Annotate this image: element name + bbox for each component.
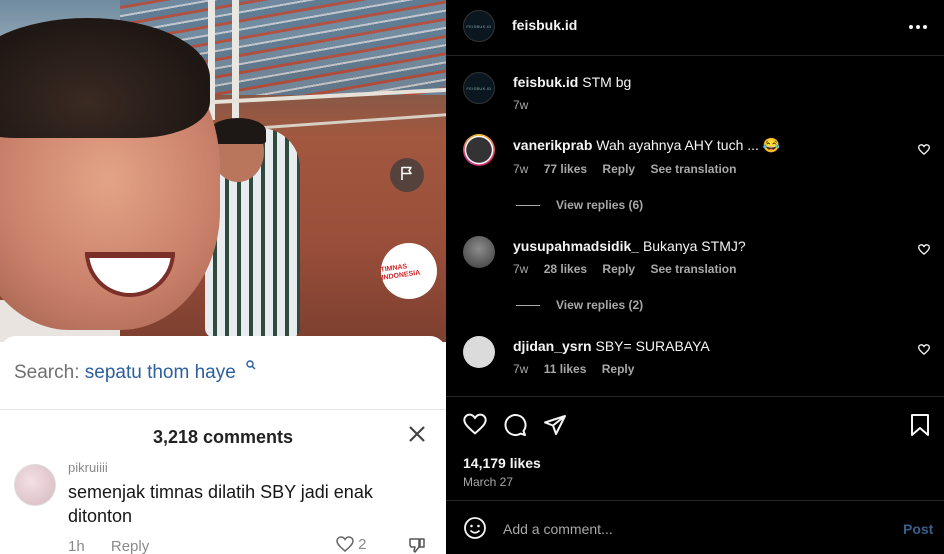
avatar-text: FEISBUK.ID [466, 85, 492, 91]
caption-time: 7w [513, 98, 529, 112]
reply-button[interactable]: Reply [602, 162, 635, 176]
more-icon[interactable] [908, 14, 928, 35]
like-button[interactable]: 2 [336, 536, 367, 553]
post-actions: 14,179 likes March 27 [446, 396, 944, 500]
comment-text: vanerikprab Wah ayahnya AHY tuch ... 😂 [513, 137, 780, 154]
replies-divider [516, 205, 540, 207]
comment-time: 7w [513, 262, 529, 276]
search-query[interactable]: sepatu thom haye [85, 362, 236, 383]
reply-button[interactable]: Reply [602, 362, 635, 376]
comment-body: SBY= SURABAYA [595, 338, 710, 354]
heart-icon[interactable] [917, 244, 931, 258]
emoji-icon[interactable] [463, 516, 487, 545]
comments-count: 3,218 comments [152, 427, 294, 447]
avatar[interactable]: FEISBUK.ID [463, 10, 495, 42]
add-comment-input[interactable]: Add a comment... [503, 521, 613, 537]
reply-button[interactable]: Reply [602, 262, 635, 276]
comment-text: yusupahmadsidik_ Bukanya STMJ? [513, 238, 746, 254]
see-translation-button[interactable]: See translation [650, 262, 736, 276]
comment-time: 7w [513, 162, 529, 176]
timnas-logo: TIMNAS INDONESIA [380, 243, 437, 299]
comment-time: 1h [68, 538, 85, 554]
comment-likes[interactable]: 77 likes [544, 162, 587, 176]
post-media[interactable]: TIMNAS INDONESIA Search: sepatu thom hay… [0, 0, 446, 554]
bookmark-icon[interactable] [909, 413, 931, 442]
comment-meta: 1h Reply [68, 538, 149, 554]
search-label-text: Search: [14, 362, 80, 383]
post-header: FEISBUK.ID feisbuk.id [446, 0, 944, 56]
add-comment-bar: Add a comment... Post [446, 500, 944, 554]
view-replies-button[interactable]: View replies (2) [516, 298, 643, 312]
caption: feisbuk.id STM bg [513, 74, 631, 90]
comment-body: Wah ayahnya AHY tuch ... 😂 [596, 137, 781, 153]
heart-icon [336, 536, 358, 553]
view-replies-button[interactable]: View replies (6) [516, 198, 643, 212]
share-icon[interactable] [543, 413, 567, 442]
comment-meta: 7w 11 likes Reply [513, 362, 646, 376]
comment-body: Bukanya STMJ? [642, 238, 746, 254]
dislike-icon[interactable] [408, 536, 426, 554]
post-date: March 27 [463, 475, 514, 489]
comment-username[interactable]: djidan_ysrn [513, 338, 592, 354]
post-sidebar: FEISBUK.ID feisbuk.id FEISBUK.ID feisbuk… [446, 0, 944, 554]
comment-meta: 7w 77 likes Reply See translation [513, 162, 748, 176]
avatar[interactable] [14, 464, 56, 506]
avatar[interactable]: FEISBUK.ID [463, 72, 495, 104]
comment-username[interactable]: pikruiiii [68, 460, 108, 475]
comment-text: semenjak timnas dilatih SBY jadi enak di… [68, 482, 373, 526]
post-photo [0, 0, 446, 342]
flag-icon [399, 165, 415, 186]
comment-username[interactable]: yusupahmadsidik_ [513, 238, 639, 254]
reply-button[interactable]: Reply [111, 538, 149, 554]
close-icon[interactable] [408, 422, 426, 450]
avatar-text: FEISBUK.ID [466, 23, 492, 29]
profile-username[interactable]: feisbuk.id [512, 17, 577, 33]
view-replies-label: View replies (6) [556, 198, 644, 212]
search-icon [246, 360, 256, 373]
caption-text: STM bg [582, 74, 632, 90]
avatar[interactable] [463, 236, 495, 268]
see-translation-button[interactable]: See translation [650, 162, 736, 176]
like-count: 2 [358, 536, 367, 553]
search-suggestion[interactable]: Search: sepatu thom haye [0, 336, 446, 410]
comment-icon[interactable] [503, 413, 527, 442]
post-button[interactable]: Post [903, 521, 933, 537]
avatar[interactable] [463, 134, 495, 166]
timnas-logo-text: TIMNAS INDONESIA [380, 263, 421, 282]
heart-icon[interactable] [463, 413, 487, 440]
likes-count[interactable]: 14,179 likes [463, 455, 541, 471]
heart-icon[interactable] [917, 344, 931, 358]
comment-time: 7w [513, 362, 529, 376]
comment-likes[interactable]: 28 likes [544, 262, 587, 276]
list-item: pikruiiii semenjak timnas dilatih SBY ja… [0, 458, 446, 554]
avatar[interactable] [463, 336, 495, 368]
comment-meta: 7w 28 likes Reply See translation [513, 262, 748, 276]
report-button[interactable] [390, 158, 424, 192]
caption-username[interactable]: feisbuk.id [513, 74, 578, 90]
comments-header: 3,218 comments [0, 410, 446, 458]
view-replies-label: View replies (2) [556, 298, 644, 312]
background-person-hair [210, 118, 266, 144]
replies-divider [516, 305, 540, 307]
comment-likes[interactable]: 11 likes [544, 362, 587, 376]
search-label: Search: sepatu thom haye [14, 362, 236, 384]
comment-text: djidan_ysrn SBY= SURABAYA [513, 338, 710, 354]
comment-username[interactable]: vanerikprab [513, 137, 592, 153]
heart-icon[interactable] [917, 144, 931, 158]
